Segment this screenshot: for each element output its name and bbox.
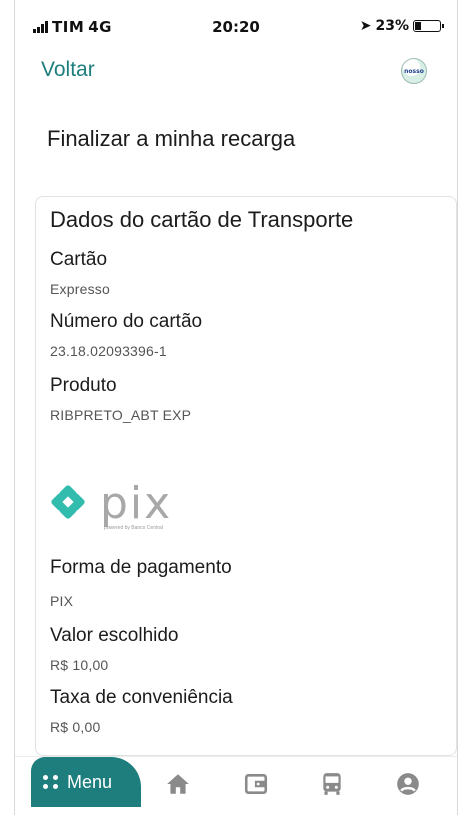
payment-method-value: PIX (50, 593, 74, 609)
status-bar: TIM 4G 20:20 ➤ 23% (15, 0, 457, 44)
menu-dots-icon (43, 775, 59, 789)
logo-text: nosso (404, 67, 424, 75)
pix-logo: pix powered by Banco Central (50, 478, 173, 531)
app-screen: TIM 4G 20:20 ➤ 23% Voltar nosso Finaliza… (14, 0, 458, 815)
home-icon[interactable] (165, 771, 191, 797)
menu-label: Menu (67, 771, 113, 792)
transport-card-details: Dados do cartão de Transporte Cartão Exp… (35, 196, 457, 756)
battery-icon (413, 20, 444, 32)
page-title: Finalizar a minha recarga (47, 126, 296, 151)
bottom-navigation: Menu (15, 756, 457, 815)
convenience-fee-value: R$ 0,00 (50, 719, 101, 735)
chosen-amount-value: R$ 10,00 (50, 657, 109, 673)
card-type-label: Cartão (50, 249, 108, 270)
convenience-fee-label: Taxa de conveniência (50, 687, 233, 708)
card-title: Dados do cartão de Transporte (50, 207, 354, 232)
product-label: Produto (50, 375, 117, 396)
menu-button[interactable]: Menu (31, 757, 141, 807)
back-button[interactable]: Voltar (41, 58, 95, 82)
status-right: ➤ 23% (359, 18, 444, 34)
pix-subtitle: powered by Banco Central (104, 525, 163, 531)
product-value: RIBPRETO_ABT EXP (50, 407, 192, 423)
pix-diamond-icon (51, 485, 85, 519)
card-number-value: 23.18.02093396-1 (50, 343, 167, 359)
payment-method-label: Forma de pagamento (50, 557, 232, 578)
pix-wordmark: pix (100, 478, 173, 529)
card-number-label: Número do cartão (50, 311, 203, 332)
battery-percent: 23% (375, 18, 409, 34)
bus-icon[interactable] (319, 771, 345, 797)
location-arrow-icon: ➤ (359, 18, 372, 34)
wallet-icon[interactable] (243, 771, 269, 797)
app-logo: nosso (401, 58, 427, 84)
chosen-amount-label: Valor escolhido (50, 625, 179, 646)
user-icon[interactable] (395, 771, 421, 797)
card-type-value: Expresso (50, 281, 110, 297)
